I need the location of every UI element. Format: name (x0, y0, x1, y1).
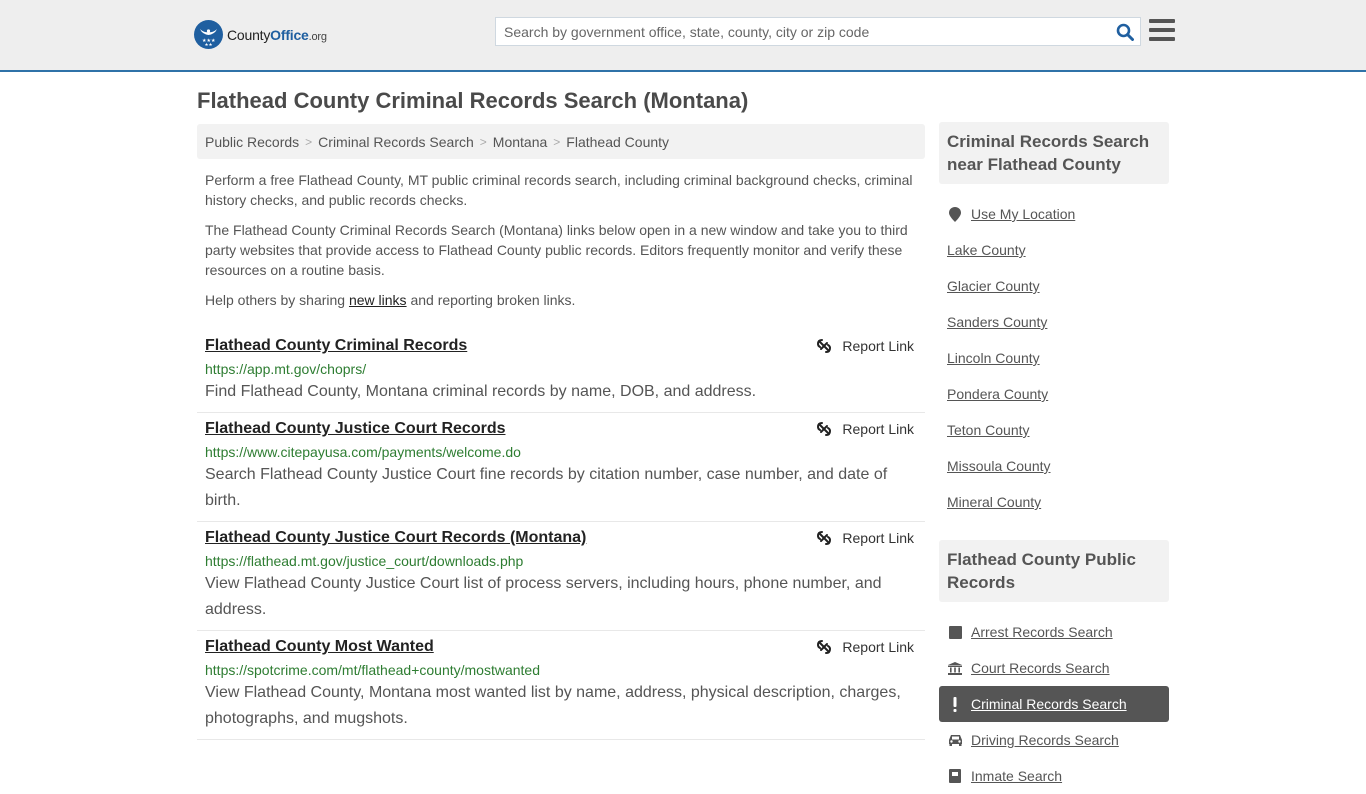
nearby-heading: Criminal Records Search near Flathead Co… (939, 122, 1169, 184)
square-icon (947, 625, 963, 639)
driving-records-link[interactable]: Driving Records Search (971, 732, 1119, 748)
intro-paragraph: Perform a free Flathead County, MT publi… (205, 172, 913, 208)
public-records-item: Driving Records Search (939, 722, 1169, 758)
report-link-button[interactable]: Report Link (816, 639, 914, 655)
record-item: Flathead County Justice Court Records Re… (197, 413, 925, 522)
nearby-county-item: Pondera County (939, 376, 1169, 412)
record-url: https://www.citepayusa.com/payments/welc… (205, 444, 521, 460)
search-icon (1116, 23, 1134, 41)
site-header: ★★★ ★★ CountyOffice.org (0, 0, 1366, 72)
search-input[interactable] (496, 18, 1110, 45)
breadcrumb-separator: > (479, 134, 487, 149)
logo-link[interactable]: ★★★ ★★ CountyOffice.org (194, 20, 327, 49)
public-records-item-active: Criminal Records Search (939, 686, 1169, 722)
record-title-link[interactable]: Flathead County Criminal Records (205, 336, 467, 356)
car-icon (947, 734, 963, 746)
nearby-county-item: Teton County (939, 412, 1169, 448)
intro-text: Perform a free Flathead County, MT publi… (197, 170, 925, 310)
search-bar (495, 17, 1141, 46)
nearby-county-item: Lincoln County (939, 340, 1169, 376)
hamburger-menu-icon[interactable] (1149, 19, 1175, 43)
nearby-county-item: Mineral County (939, 484, 1169, 520)
record-item: Flathead County Most Wanted Report Link … (197, 631, 925, 740)
breadcrumb-flathead-county[interactable]: Flathead County (566, 134, 669, 150)
sidebar: Criminal Records Search near Flathead Co… (939, 122, 1169, 794)
nearby-county-item: Missoula County (939, 448, 1169, 484)
nearby-county-item: Lake County (939, 232, 1169, 268)
county-link-mineral[interactable]: Mineral County (947, 494, 1041, 510)
county-link-pondera[interactable]: Pondera County (947, 386, 1048, 402)
court-records-link[interactable]: Court Records Search (971, 660, 1110, 676)
county-link-glacier[interactable]: Glacier County (947, 278, 1040, 294)
nearby-county-item: Glacier County (939, 268, 1169, 304)
record-url: https://app.mt.gov/choprs/ (205, 361, 367, 377)
breadcrumb: Public Records > Criminal Records Search… (197, 124, 925, 159)
eagle-logo-icon: ★★★ ★★ (194, 20, 223, 49)
courthouse-icon (947, 661, 963, 675)
search-button[interactable] (1110, 18, 1140, 45)
arrest-records-link[interactable]: Arrest Records Search (971, 624, 1113, 640)
breadcrumb-separator: > (305, 134, 313, 149)
public-records-heading: Flathead County Public Records (939, 540, 1169, 602)
new-links-link[interactable]: new links (349, 292, 407, 308)
breadcrumb-public-records[interactable]: Public Records (205, 134, 299, 150)
public-records-list: Arrest Records Search Court Records Sear… (939, 614, 1169, 794)
record-item: Flathead County Criminal Records Report … (197, 330, 925, 413)
logo-text: CountyOffice.org (227, 26, 327, 43)
county-link-missoula[interactable]: Missoula County (947, 458, 1051, 474)
record-description: View Flathead County, Montana most wante… (205, 684, 901, 727)
inmate-icon (947, 769, 963, 783)
broken-link-icon (817, 640, 832, 654)
record-title-link[interactable]: Flathead County Justice Court Records (205, 419, 506, 439)
inmate-search-link[interactable]: Inmate Search (971, 768, 1062, 784)
map-pin-icon (947, 206, 963, 222)
records-list: Flathead County Criminal Records Report … (197, 330, 925, 740)
use-my-location-link[interactable]: Use My Location (971, 206, 1075, 222)
report-link-button[interactable]: Report Link (816, 338, 914, 354)
broken-link-icon (817, 422, 832, 436)
public-records-item: Inmate Search (939, 758, 1169, 794)
page-title: Flathead County Criminal Records Search … (197, 88, 749, 113)
county-link-lincoln[interactable]: Lincoln County (947, 350, 1040, 366)
breadcrumb-criminal-records-search[interactable]: Criminal Records Search (318, 134, 474, 150)
county-link-sanders[interactable]: Sanders County (947, 314, 1047, 330)
record-title-link[interactable]: Flathead County Justice Court Records (M… (205, 528, 586, 548)
breadcrumb-montana[interactable]: Montana (493, 134, 547, 150)
record-item: Flathead County Justice Court Records (M… (197, 522, 925, 631)
svg-text:★★: ★★ (205, 42, 214, 47)
breadcrumb-separator: > (553, 134, 561, 149)
public-records-item: Arrest Records Search (939, 614, 1169, 650)
public-records-item: Court Records Search (939, 650, 1169, 686)
record-description: Search Flathead County Justice Court fin… (205, 466, 888, 509)
exclamation-icon (947, 696, 963, 712)
record-title-link[interactable]: Flathead County Most Wanted (205, 637, 434, 657)
county-link-teton[interactable]: Teton County (947, 422, 1030, 438)
record-url: https://spotcrime.com/mt/flathead+county… (205, 662, 540, 678)
intro-paragraph: The Flathead County Criminal Records Sea… (205, 222, 908, 278)
county-link-lake[interactable]: Lake County (947, 242, 1026, 258)
record-description: View Flathead County Justice Court list … (205, 575, 882, 618)
record-url: https://flathead.mt.gov/justice_court/do… (205, 553, 524, 569)
criminal-records-link[interactable]: Criminal Records Search (971, 696, 1127, 712)
use-my-location-item: Use My Location (939, 196, 1169, 232)
record-description: Find Flathead County, Montana criminal r… (205, 383, 757, 400)
nearby-county-item: Sanders County (939, 304, 1169, 340)
broken-link-icon (817, 531, 832, 545)
nearby-list: Use My Location Lake County Glacier Coun… (939, 196, 1169, 520)
report-link-button[interactable]: Report Link (816, 421, 914, 437)
report-link-button[interactable]: Report Link (816, 530, 914, 546)
main-content: Public Records > Criminal Records Search… (197, 124, 925, 740)
share-links-paragraph: Help others by sharing new links and rep… (205, 292, 576, 308)
broken-link-icon (817, 339, 832, 353)
